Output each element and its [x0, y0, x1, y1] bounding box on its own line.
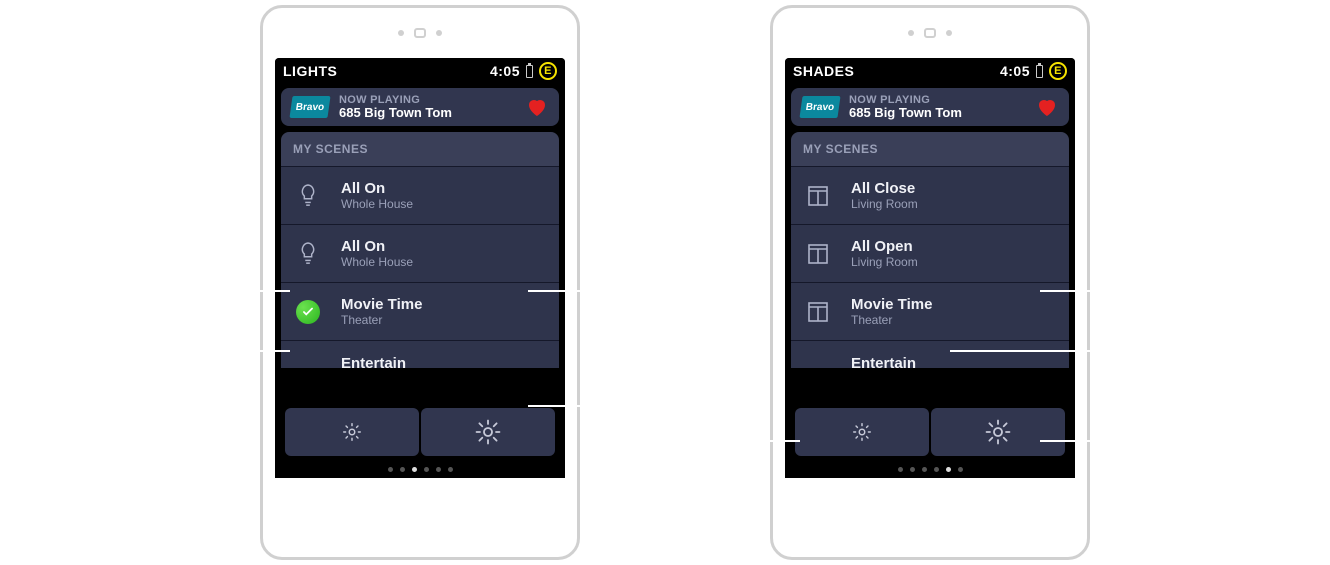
scene-subtitle: Whole House: [341, 256, 551, 270]
brightness-up-button[interactable]: [421, 408, 555, 456]
bulb-icon: [289, 240, 327, 268]
scene-row[interactable]: All Open Living Room: [791, 224, 1069, 282]
device-sensor-bar: [263, 8, 577, 58]
scene-title: All Close: [851, 180, 1061, 197]
scene-title: Movie Time: [341, 296, 551, 313]
scene-list: All On Whole House All On Whole House: [281, 166, 559, 368]
check-icon: [289, 300, 327, 324]
now-playing-text: NOW PLAYING 685 Big Town Tom: [339, 94, 515, 120]
brightness-action-bar: [795, 408, 1065, 456]
callout-line: [528, 290, 608, 292]
mode-badge[interactable]: E: [539, 62, 557, 80]
status-bar: LIGHTS 4:05 E: [275, 58, 565, 84]
status-bar: SHADES 4:05 E: [785, 58, 1075, 84]
scene-title: Entertain: [851, 355, 1061, 368]
favorite-icon[interactable]: [525, 95, 549, 119]
brightness-action-bar: [285, 408, 555, 456]
page-title: SHADES: [793, 63, 1000, 79]
scene-list: All Close Living Room All Open Living Ro…: [791, 166, 1069, 368]
now-playing-track: 685 Big Town Tom: [849, 106, 1025, 120]
channel-logo: Bravo: [289, 96, 330, 118]
scene-subtitle: Theater: [851, 314, 1061, 328]
callout-line: [950, 350, 1100, 352]
clock: 4:05: [1000, 63, 1030, 79]
screen-shades: SHADES 4:05 E Bravo NOW PLAYING 685 Big …: [785, 58, 1075, 478]
brightness-up-button[interactable]: [931, 408, 1065, 456]
favorite-icon[interactable]: [1035, 95, 1059, 119]
scene-title: All Open: [851, 238, 1061, 255]
callout-line: [755, 440, 800, 442]
callout-line: [245, 350, 290, 352]
now-playing-text: NOW PLAYING 685 Big Town Tom: [849, 94, 1025, 120]
brightness-down-button[interactable]: [285, 408, 419, 456]
scene-title: Entertain: [341, 355, 551, 368]
scene-row[interactable]: All On Whole House: [281, 166, 559, 224]
scene-subtitle: Theater: [341, 314, 551, 328]
bulb-icon: [289, 182, 327, 210]
scene-row[interactable]: Entertain: [791, 340, 1069, 368]
callout-line: [1040, 290, 1120, 292]
brightness-down-button[interactable]: [795, 408, 929, 456]
shade-icon: [799, 184, 837, 208]
screen-lights: LIGHTS 4:05 E Bravo NOW PLAYING 685 Big …: [275, 58, 565, 478]
section-header-my-scenes: MY SCENES: [281, 132, 559, 166]
scene-row[interactable]: All Close Living Room: [791, 166, 1069, 224]
device-frame-lights: LIGHTS 4:05 E Bravo NOW PLAYING 685 Big …: [260, 5, 580, 560]
scene-row[interactable]: Movie Time Theater: [791, 282, 1069, 340]
now-playing-card[interactable]: Bravo NOW PLAYING 685 Big Town Tom: [791, 88, 1069, 126]
device-frame-shades: SHADES 4:05 E Bravo NOW PLAYING 685 Big …: [770, 5, 1090, 560]
battery-icon: [526, 65, 533, 78]
scene-row[interactable]: Entertain: [281, 340, 559, 368]
shade-icon: [799, 242, 837, 266]
scene-subtitle: Whole House: [341, 198, 551, 212]
scene-subtitle: Living Room: [851, 198, 1061, 212]
page-indicator: [275, 467, 565, 472]
callout-line: [528, 405, 608, 407]
scene-row[interactable]: All On Whole House: [281, 224, 559, 282]
scene-subtitle: Living Room: [851, 256, 1061, 270]
clock: 4:05: [490, 63, 520, 79]
page-title: LIGHTS: [283, 63, 490, 79]
scene-row[interactable]: Movie Time Theater: [281, 282, 559, 340]
now-playing-card[interactable]: Bravo NOW PLAYING 685 Big Town Tom: [281, 88, 559, 126]
mode-badge[interactable]: E: [1049, 62, 1067, 80]
shade-icon: [799, 300, 837, 324]
scene-title: Movie Time: [851, 296, 1061, 313]
now-playing-track: 685 Big Town Tom: [339, 106, 515, 120]
channel-logo: Bravo: [799, 96, 840, 118]
callout-line: [245, 290, 290, 292]
device-sensor-bar: [773, 8, 1087, 58]
scene-title: All On: [341, 238, 551, 255]
page-indicator: [785, 467, 1075, 472]
scene-title: All On: [341, 180, 551, 197]
callout-line: [1040, 440, 1120, 442]
battery-icon: [1036, 65, 1043, 78]
section-header-my-scenes: MY SCENES: [791, 132, 1069, 166]
